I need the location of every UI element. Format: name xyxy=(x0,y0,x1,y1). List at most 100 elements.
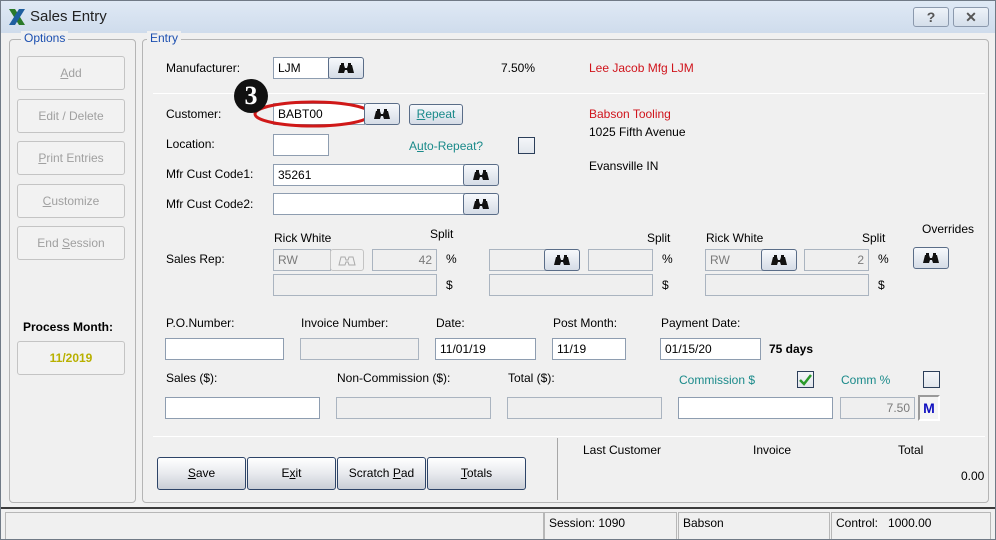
rep1-split-input[interactable]: 42 xyxy=(372,249,437,271)
customer-name: Babson Tooling xyxy=(589,107,671,121)
sales-input[interactable] xyxy=(165,397,320,419)
scratch-pad-button[interactable]: Scratch Pad xyxy=(337,457,426,490)
customer-address-line2: Evansville IN xyxy=(589,159,659,173)
add-button[interactable]: Add xyxy=(17,56,125,90)
rep2-amount-input[interactable] xyxy=(489,274,653,296)
divider xyxy=(153,436,985,437)
post-month-input[interactable]: 11/19 xyxy=(552,338,626,360)
manufacturer-lookup-button[interactable] xyxy=(328,57,364,79)
callout-highlight-ellipse xyxy=(253,100,373,128)
question-icon: ? xyxy=(926,9,936,25)
rep2-code-input[interactable] xyxy=(489,249,547,271)
manual-commission-button[interactable]: M xyxy=(918,395,940,421)
binoculars-icon xyxy=(338,256,356,266)
commission-dollar-label: Commission $ xyxy=(679,373,756,387)
binoculars-icon xyxy=(338,63,354,73)
auto-repeat-label: Auto-Repeat? xyxy=(409,139,484,153)
manufacturer-label: Manufacturer: xyxy=(166,61,241,75)
mfr-cust-code2-label: Mfr Cust Code2: xyxy=(166,197,254,211)
close-icon: ✕ xyxy=(965,9,977,25)
rep2-lookup-button[interactable] xyxy=(544,249,580,271)
help-button[interactable]: ? xyxy=(913,7,949,27)
rep2-split-label: Split xyxy=(647,231,671,245)
status-control: Control: 1000.00 xyxy=(831,512,991,539)
print-entries-button[interactable]: Print Entries xyxy=(17,141,125,175)
repeat-button[interactable]: Repeat xyxy=(409,104,463,125)
manufacturer-input[interactable]: LJM xyxy=(273,57,329,79)
binoculars-icon xyxy=(473,170,489,180)
location-input[interactable] xyxy=(273,134,329,156)
rep3-split-input[interactable]: 2 xyxy=(804,249,869,271)
binoculars-icon xyxy=(771,255,787,265)
rep3-name: Rick White xyxy=(706,231,764,245)
callout-step-badge: 3 xyxy=(234,79,268,113)
last-customer-header: Last Customer xyxy=(583,443,662,457)
close-button[interactable]: ✕ xyxy=(953,7,989,27)
po-number-input[interactable] xyxy=(165,338,284,360)
binoculars-icon xyxy=(923,253,939,263)
status-session: Session: 1090 xyxy=(544,512,677,539)
customize-button[interactable]: Customize xyxy=(17,184,125,218)
mfr-cust-code2-input[interactable] xyxy=(273,193,465,215)
non-commission-input[interactable] xyxy=(336,397,491,419)
status-message xyxy=(5,512,544,539)
rep2-dollar-sign: $ xyxy=(662,278,669,292)
window-title: Sales Entry xyxy=(30,8,107,25)
divider xyxy=(153,93,985,94)
commission-dollar-input[interactable] xyxy=(678,397,833,419)
location-label: Location: xyxy=(166,137,215,151)
overrides-label: Overrides xyxy=(922,222,975,236)
po-number-label: P.O.Number: xyxy=(166,316,235,330)
overrides-lookup-button[interactable] xyxy=(913,247,949,269)
rep2-split-input[interactable] xyxy=(588,249,653,271)
post-month-label: Post Month: xyxy=(553,316,618,330)
exit-button[interactable]: Exit xyxy=(247,457,336,490)
rep1-dollar-sign: $ xyxy=(446,278,453,292)
total-label: Total ($): xyxy=(508,371,555,385)
rep1-name: Rick White xyxy=(274,231,332,245)
end-session-button[interactable]: End Session xyxy=(17,226,125,260)
manufacturer-rate: 7.50% xyxy=(501,61,536,75)
rep1-code-input[interactable]: RW xyxy=(273,249,331,271)
title-bar: Sales Entry ? ✕ xyxy=(1,1,995,33)
comm-percent-input[interactable]: 7.50 xyxy=(840,397,915,419)
payment-date-label: Payment Date: xyxy=(661,316,741,330)
invoice-number-label: Invoice Number: xyxy=(301,316,389,330)
auto-repeat-checkbox[interactable] xyxy=(518,137,535,154)
manufacturer-name: Lee Jacob Mfg LJM xyxy=(589,61,694,75)
sales-label: Sales ($): xyxy=(166,371,218,385)
comm-percent-checkbox[interactable] xyxy=(923,371,940,388)
rep1-amount-input[interactable] xyxy=(273,274,437,296)
binoculars-icon xyxy=(554,255,570,265)
payment-date-input[interactable]: 01/15/20 xyxy=(660,338,761,360)
mfr-cust-code2-lookup-button[interactable] xyxy=(463,193,499,215)
commission-dollar-checkbox[interactable] xyxy=(797,371,814,388)
mfr-cust-code1-lookup-button[interactable] xyxy=(463,164,499,186)
mfr-cust-code1-input[interactable]: 35261 xyxy=(273,164,465,186)
customer-lookup-button[interactable] xyxy=(364,103,400,125)
total-input[interactable] xyxy=(507,397,662,419)
last-total-value: 0.00 xyxy=(961,469,985,483)
vertical-divider xyxy=(557,438,558,500)
customer-label: Customer: xyxy=(166,107,222,121)
payment-days: 75 days xyxy=(769,342,814,356)
rep3-amount-input[interactable] xyxy=(705,274,869,296)
app-logo-icon xyxy=(9,9,25,25)
options-group-label: Options xyxy=(21,31,69,45)
invoice-number-input[interactable] xyxy=(300,338,419,360)
date-input[interactable]: 11/01/19 xyxy=(435,338,536,360)
rep3-code-input[interactable]: RW xyxy=(705,249,763,271)
process-month-button[interactable]: 11/2019 xyxy=(17,341,125,375)
entry-group-label: Entry xyxy=(147,31,182,45)
customer-address-line1: 1025 Fifth Avenue xyxy=(589,125,686,139)
rep1-lookup-button[interactable] xyxy=(330,249,364,271)
edit-delete-button[interactable]: Edit / Delete xyxy=(17,99,125,133)
sales-entry-window: Sales Entry ? ✕ Options Add Edit / Delet… xyxy=(0,0,996,540)
rep1-split-label: Split xyxy=(430,227,454,241)
save-button[interactable]: Save xyxy=(157,457,246,490)
comm-percent-label: Comm % xyxy=(841,373,891,387)
binoculars-icon xyxy=(374,109,390,119)
invoice-header: Invoice xyxy=(753,443,792,457)
rep3-lookup-button[interactable] xyxy=(761,249,797,271)
totals-button[interactable]: Totals xyxy=(427,457,526,490)
